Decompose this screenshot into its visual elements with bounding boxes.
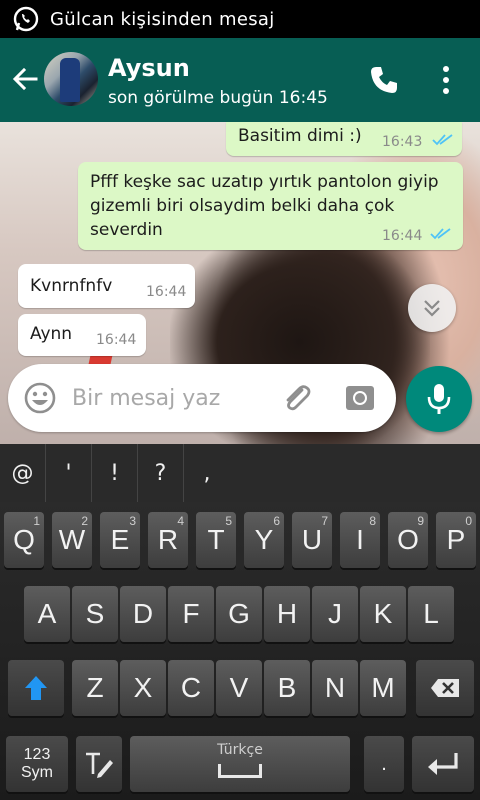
on-screen-keyboard: @ ' ! ? , Q1 W2 E3 R4 T5 Y6 U7 I8 O9 P0 …: [0, 444, 480, 800]
text-edit-icon: [86, 752, 113, 778]
keyboard-keys: Q1 W2 E3 R4 T5 Y6 U7 I8 O9 P0 A S D F G …: [0, 502, 480, 800]
message-text: Aynn: [30, 324, 73, 344]
key-q[interactable]: Q1: [4, 512, 44, 568]
shift-key[interactable]: [8, 660, 64, 716]
message-time: 16:44: [382, 228, 423, 244]
suggestion-key[interactable]: !: [92, 444, 138, 502]
read-receipt-icon: [432, 134, 453, 146]
notification-text: Gülcan kişisinden mesaj: [50, 8, 275, 30]
key-x[interactable]: X: [120, 660, 166, 716]
read-receipt-icon: [430, 228, 451, 240]
message-time: 16:44: [146, 284, 187, 300]
key-s[interactable]: S: [72, 586, 118, 642]
text-style-key[interactable]: [76, 736, 122, 792]
scroll-to-bottom-button[interactable]: [408, 284, 456, 332]
status-bar: Gülcan kişisinden mesaj: [0, 0, 480, 38]
symbols-key[interactable]: 123 Sym: [6, 736, 68, 792]
key-g[interactable]: G: [216, 586, 262, 642]
double-chevron-down-icon: [424, 300, 440, 317]
key-c[interactable]: C: [168, 660, 214, 716]
enter-key[interactable]: [412, 736, 474, 792]
key-b[interactable]: B: [264, 660, 310, 716]
key-h[interactable]: H: [264, 586, 310, 642]
message-time: 16:43: [382, 134, 423, 150]
key-n[interactable]: N: [312, 660, 358, 716]
message-input[interactable]: [72, 382, 272, 414]
message-bubble-incoming[interactable]: Aynn 16:44: [18, 314, 146, 356]
keyboard-suggestion-bar: @ ' ! ? ,: [0, 444, 480, 502]
contact-avatar[interactable]: [44, 52, 98, 106]
message-bubble-incoming[interactable]: Kvnrnfnfv 16:44: [18, 264, 195, 308]
voice-record-button[interactable]: [406, 366, 472, 432]
backspace-icon: [431, 679, 459, 697]
key-f[interactable]: F: [168, 586, 214, 642]
message-time: 16:44: [96, 332, 137, 348]
phone-icon[interactable]: [368, 64, 400, 96]
backspace-key[interactable]: [416, 660, 474, 716]
period-key[interactable]: .: [364, 736, 404, 792]
suggestion-key[interactable]: @: [0, 444, 46, 502]
key-j[interactable]: J: [312, 586, 358, 642]
key-u[interactable]: U7: [292, 512, 332, 568]
key-o[interactable]: O9: [388, 512, 428, 568]
microphone-icon: [427, 384, 451, 414]
key-w[interactable]: W2: [52, 512, 92, 568]
whatsapp-icon: [13, 6, 39, 32]
last-seen-status: son görülme bugün 16:45: [108, 88, 328, 108]
message-bubble-outgoing[interactable]: Basitim dimi :) 16:43: [226, 122, 462, 156]
key-m[interactable]: M: [360, 660, 406, 716]
camera-icon[interactable]: [344, 382, 376, 414]
paperclip-icon[interactable]: [278, 380, 314, 416]
key-d[interactable]: D: [120, 586, 166, 642]
key-k[interactable]: K: [360, 586, 406, 642]
key-r[interactable]: R4: [148, 512, 188, 568]
suggestion-key[interactable]: ': [46, 444, 92, 502]
keyboard-language-label: Türkçe: [217, 742, 263, 758]
message-composer: [8, 364, 396, 432]
message-text: Kvnrnfnfv: [30, 276, 113, 296]
key-z[interactable]: Z: [72, 660, 118, 716]
more-options-icon[interactable]: [436, 64, 456, 96]
suggestion-key[interactable]: ,: [184, 444, 230, 502]
contact-name[interactable]: Aysun: [108, 54, 190, 82]
back-arrow-icon[interactable]: [10, 64, 40, 94]
chat-area[interactable]: Basitim dimi :) 16:43 Pfff keşke sac uza…: [0, 122, 480, 444]
emoji-icon[interactable]: [24, 382, 56, 414]
message-bubble-outgoing[interactable]: Pfff keşke sac uzatıp yırtık pantolon gi…: [78, 162, 463, 250]
key-l[interactable]: L: [408, 586, 454, 642]
key-i[interactable]: I8: [340, 512, 380, 568]
key-y[interactable]: Y6: [244, 512, 284, 568]
key-e[interactable]: E3: [100, 512, 140, 568]
chat-header: Aysun son görülme bugün 16:45: [0, 38, 480, 122]
key-a[interactable]: A: [24, 586, 70, 642]
space-key[interactable]: Türkçe: [130, 736, 350, 792]
key-v[interactable]: V: [216, 660, 262, 716]
shift-arrow-icon: [25, 676, 47, 700]
enter-icon: [428, 753, 458, 775]
key-t[interactable]: T5: [196, 512, 236, 568]
message-text: Basitim dimi :): [238, 126, 362, 146]
suggestion-key[interactable]: ?: [138, 444, 184, 502]
key-p[interactable]: P0: [436, 512, 476, 568]
